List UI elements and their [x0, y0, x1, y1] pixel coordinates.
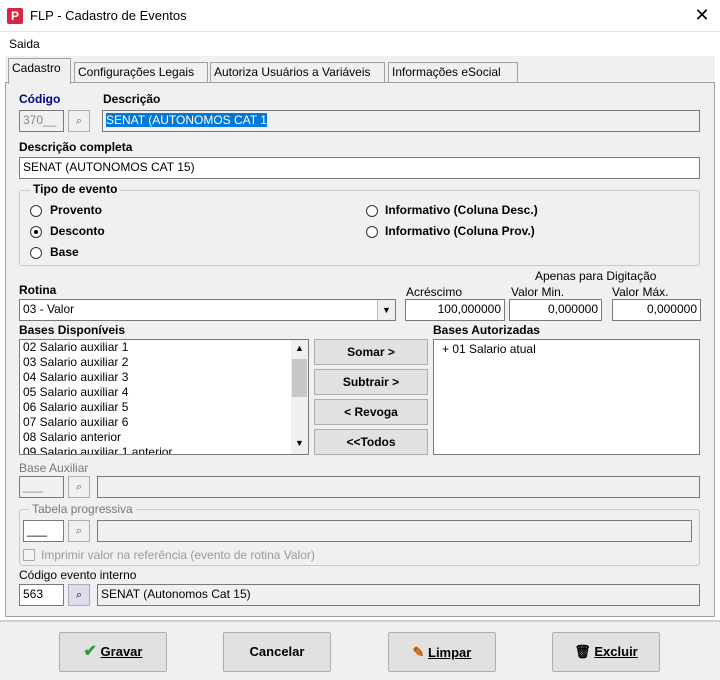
base-auxiliar-label: Base Auxiliar: [19, 461, 89, 475]
rotina-value: 03 - Valor: [23, 302, 75, 316]
somar-button[interactable]: Somar >: [314, 339, 428, 365]
tabela-progressiva-desc: [97, 520, 692, 542]
list-item[interactable]: 02 Salario auxiliar 1: [20, 340, 308, 355]
checkmark-icon: ✔: [83, 643, 97, 660]
eraser-icon: ✎: [412, 644, 425, 660]
informativo-prov-label: Informativo (Coluna Prov.): [385, 224, 535, 238]
excluir-button[interactable]: 🗑 Excluir: [552, 632, 660, 672]
chevron-down-icon[interactable]: ▼: [377, 300, 395, 320]
window-title: FLP - Cadastro de Eventos: [30, 8, 187, 23]
base-auxiliar-field[interactable]: ___: [19, 476, 64, 498]
base-auxiliar-search-icon[interactable]: ⌕: [68, 476, 90, 498]
limpar-label: Limpar: [428, 645, 472, 660]
radio-provento[interactable]: [30, 205, 42, 217]
desconto-label: Desconto: [50, 224, 105, 238]
close-icon[interactable]: ✕: [690, 4, 714, 26]
app-icon: P: [7, 8, 23, 24]
valor-max-label: Valor Máx.: [612, 285, 669, 299]
descricao-completa-label: Descrição completa: [19, 140, 133, 154]
tab-informacoes-esocial[interactable]: Informações eSocial: [388, 62, 518, 82]
acrescimo-field[interactable]: 100,000000: [405, 299, 505, 321]
tab-cadastro[interactable]: Cadastro: [8, 58, 71, 84]
apenas-digitacao-label: Apenas para Digitação: [535, 269, 657, 283]
imprimir-label: Imprimir valor na referência (evento de …: [41, 548, 315, 562]
tabela-progressiva-search-icon[interactable]: ⌕: [68, 520, 90, 542]
bases-autorizadas-list[interactable]: + 01 Salario atual: [433, 339, 700, 455]
menu-saida[interactable]: Saida: [9, 37, 40, 51]
gravar-label: Gravar: [100, 644, 143, 659]
cancelar-button[interactable]: Cancelar: [223, 632, 331, 672]
acrescimo-label: Acréscimo: [406, 285, 463, 299]
list-item[interactable]: 06 Salario auxiliar 5: [20, 400, 308, 415]
valor-min-field[interactable]: 0,000000: [509, 299, 602, 321]
radio-informativo-prov[interactable]: [366, 226, 378, 238]
descricao-label: Descrição: [103, 92, 161, 106]
rotina-select[interactable]: 03 - Valor: [19, 299, 396, 321]
codigo-interno-label: Código evento interno: [19, 568, 137, 582]
excluir-label: Excluir: [594, 644, 638, 659]
list-item[interactable]: 07 Salario auxiliar 6: [20, 415, 308, 430]
list-item[interactable]: 05 Salario auxiliar 4: [20, 385, 308, 400]
codigo-field[interactable]: 370__: [19, 110, 64, 132]
scroll-down-icon[interactable]: ▼: [292, 438, 307, 448]
radio-base[interactable]: [30, 247, 42, 259]
tipo-evento-group: [19, 190, 700, 266]
bases-scrollbar[interactable]: [291, 340, 308, 454]
descricao-value: SENAT (AUTONOMOS CAT 1: [106, 113, 267, 127]
codigo-interno-field[interactable]: 563: [19, 584, 64, 606]
rotina-label: Rotina: [19, 283, 57, 297]
tab-configuracoes-legais[interactable]: Configurações Legais: [74, 62, 208, 82]
tipo-evento-label: Tipo de evento: [30, 182, 121, 196]
codigo-interno-desc: SENAT (Autonomos Cat 15): [97, 584, 700, 606]
list-item[interactable]: 03 Salario auxiliar 2: [20, 355, 308, 370]
list-item[interactable]: 08 Salario anterior: [20, 430, 308, 445]
codigo-search-icon[interactable]: ⌕: [68, 110, 90, 132]
imprimir-checkbox[interactable]: [23, 549, 35, 561]
codigo-label: Código: [19, 92, 61, 106]
list-item[interactable]: + 01 Salario atual: [434, 340, 699, 357]
list-item[interactable]: 09 Salario auxiliar 1 anterior: [20, 445, 308, 454]
base-auxiliar-desc: [97, 476, 700, 498]
tabela-progressiva-field[interactable]: ___: [23, 520, 64, 542]
subtrair-button[interactable]: Subtrair >: [314, 369, 428, 395]
trash-icon: 🗑: [574, 644, 591, 659]
radio-informativo-desc[interactable]: [366, 205, 378, 217]
codigo-interno-search-icon[interactable]: ⌕: [68, 584, 90, 606]
list-item[interactable]: 04 Salario auxiliar 3: [20, 370, 308, 385]
scroll-thumb[interactable]: [292, 359, 307, 397]
tab-autoriza-usuarios[interactable]: Autoriza Usuários a Variáveis: [210, 62, 385, 82]
base-label: Base: [50, 245, 79, 259]
provento-label: Provento: [50, 203, 103, 217]
gravar-button[interactable]: ✔ Gravar: [59, 632, 167, 672]
bases-autorizadas-label: Bases Autorizadas: [433, 323, 540, 337]
descricao-field[interactable]: SENAT (AUTONOMOS CAT 1: [102, 110, 700, 132]
limpar-button[interactable]: ✎ Limpar: [388, 632, 496, 672]
scroll-up-icon[interactable]: ▲: [292, 343, 307, 353]
bases-disponiveis-list[interactable]: 02 Salario auxiliar 1 03 Salario auxilia…: [19, 339, 309, 455]
bases-disponiveis-label: Bases Disponíveis: [19, 323, 126, 337]
descricao-completa-field[interactable]: SENAT (AUTONOMOS CAT 15): [19, 157, 700, 179]
radio-desconto[interactable]: [30, 226, 42, 238]
todos-button[interactable]: <<Todos: [314, 429, 428, 455]
valor-min-label: Valor Min.: [511, 285, 565, 299]
menu-bar: [0, 33, 720, 55]
valor-max-field[interactable]: 0,000000: [612, 299, 701, 321]
tabela-progressiva-label: Tabela progressiva: [29, 502, 136, 516]
revoga-button[interactable]: < Revoga: [314, 399, 428, 425]
informativo-desc-label: Informativo (Coluna Desc.): [385, 203, 538, 217]
